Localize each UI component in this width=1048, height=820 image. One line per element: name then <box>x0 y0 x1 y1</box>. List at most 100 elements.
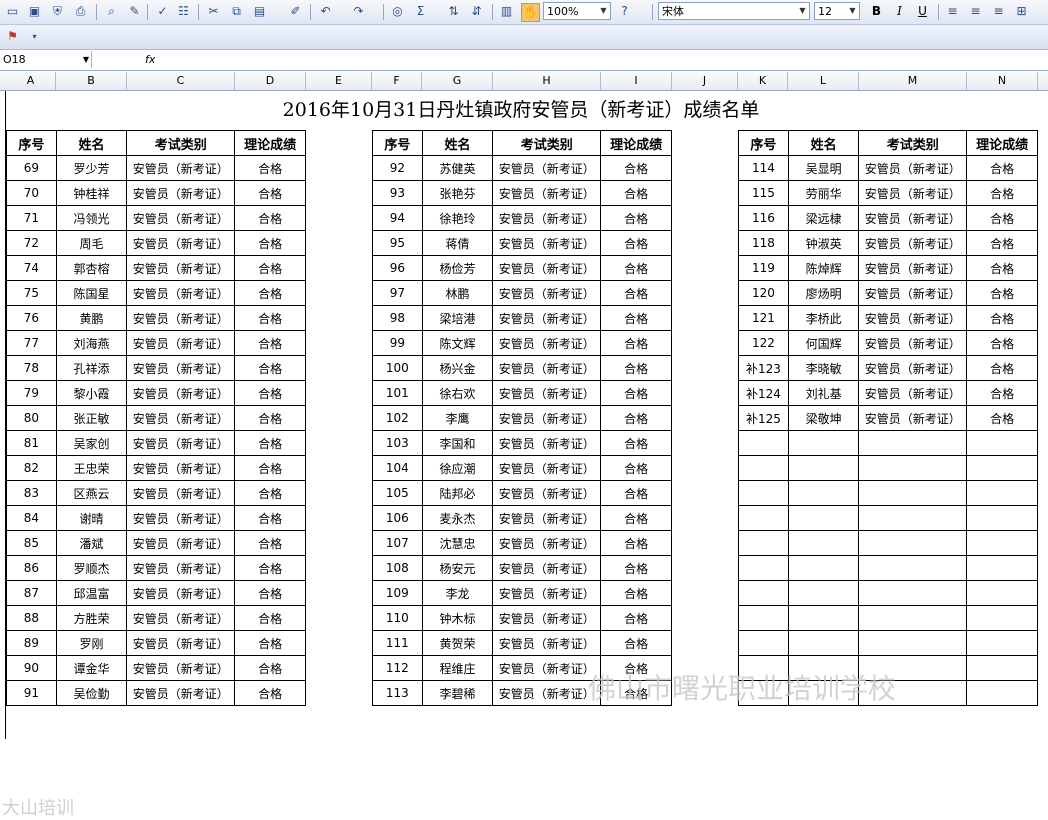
cell-exam-type[interactable]: 安管员（新考证） <box>858 230 968 256</box>
cell-name[interactable]: 方胜荣 <box>55 605 128 631</box>
italic-button[interactable]: I <box>891 3 908 20</box>
cell-score[interactable]: 合格 <box>966 180 1038 206</box>
cell-empty[interactable] <box>738 530 789 556</box>
cell-score[interactable]: 合格 <box>966 355 1038 381</box>
cell-score[interactable]: 合格 <box>234 430 306 456</box>
cell-empty[interactable] <box>858 430 968 456</box>
cell-name[interactable]: 劳丽华 <box>787 180 860 206</box>
align-right-icon[interactable]: ≡ <box>990 3 1007 20</box>
cell-seq[interactable]: 112 <box>372 655 423 681</box>
cell-exam-type[interactable]: 安管员（新考证） <box>126 255 236 281</box>
cell-score[interactable]: 合格 <box>234 205 306 231</box>
cell-seq[interactable]: 93 <box>372 180 423 206</box>
cell-name[interactable]: 陈国星 <box>55 280 128 306</box>
cell-name[interactable]: 杨安元 <box>421 555 494 581</box>
cell-score[interactable]: 合格 <box>234 305 306 331</box>
cell-empty[interactable] <box>966 655 1038 681</box>
cell-exam-type[interactable]: 安管员（新考证） <box>126 355 236 381</box>
cell-seq[interactable]: 83 <box>6 480 57 506</box>
print-icon[interactable]: ⎙ <box>72 3 89 20</box>
cell-empty[interactable] <box>858 630 968 656</box>
cell-exam-type[interactable]: 安管员（新考证） <box>858 180 968 206</box>
cell-name[interactable]: 郭杏榕 <box>55 255 128 281</box>
cell-name[interactable]: 潘斌 <box>55 530 128 556</box>
cell-exam-type[interactable]: 安管员（新考证） <box>492 305 602 331</box>
cell-name[interactable]: 徐应潮 <box>421 455 494 481</box>
cell-exam-type[interactable]: 安管员（新考证） <box>126 430 236 456</box>
cell-name[interactable]: 林鹏 <box>421 280 494 306</box>
column-header-b[interactable]: B <box>56 72 127 90</box>
cell-exam-type[interactable]: 安管员（新考证） <box>126 380 236 406</box>
cell-empty[interactable] <box>858 530 968 556</box>
cell-name[interactable]: 何国辉 <box>787 330 860 356</box>
sort-ascending-icon[interactable]: ⇅ <box>445 3 462 20</box>
cell-exam-type[interactable]: 安管员（新考证） <box>126 580 236 606</box>
cell-score[interactable]: 合格 <box>234 655 306 681</box>
cell-empty[interactable] <box>787 580 860 606</box>
cell-exam-type[interactable]: 安管员（新考证） <box>492 605 602 631</box>
cell-exam-type[interactable]: 安管员（新考证） <box>126 280 236 306</box>
cell-seq[interactable]: 85 <box>6 530 57 556</box>
cell-empty[interactable] <box>738 480 789 506</box>
cell-seq[interactable]: 99 <box>372 330 423 356</box>
cell-score[interactable]: 合格 <box>234 455 306 481</box>
cell-exam-type[interactable]: 安管员（新考证） <box>858 205 968 231</box>
cell-seq[interactable]: 81 <box>6 430 57 456</box>
cell-name[interactable]: 黎小霞 <box>55 380 128 406</box>
font-size-select[interactable]: 12 ▼ <box>814 2 860 20</box>
cell-score[interactable]: 合格 <box>234 255 306 281</box>
redo-icon[interactable]: ↷ <box>350 3 367 20</box>
cell-seq[interactable]: 86 <box>6 555 57 581</box>
cell-seq[interactable]: 105 <box>372 480 423 506</box>
cell-name[interactable]: 李龙 <box>421 580 494 606</box>
cell-seq[interactable]: 84 <box>6 505 57 531</box>
cell-exam-type[interactable]: 安管员（新考证） <box>492 530 602 556</box>
new-document-icon[interactable]: ▭ <box>4 3 21 20</box>
cell-name[interactable]: 孔祥添 <box>55 355 128 381</box>
cell-seq[interactable]: 82 <box>6 455 57 481</box>
column-header-n[interactable]: N <box>967 72 1038 90</box>
cell-seq[interactable]: 110 <box>372 605 423 631</box>
cell-score[interactable]: 合格 <box>966 255 1038 281</box>
cell-score[interactable]: 合格 <box>234 230 306 256</box>
save-icon[interactable]: ▣ <box>26 3 43 20</box>
help-icon[interactable]: ? <box>616 3 633 20</box>
cell-seq[interactable]: 69 <box>6 155 57 181</box>
cell-name[interactable]: 徐艳玲 <box>421 205 494 231</box>
cell-name[interactable]: 梁远棣 <box>787 205 860 231</box>
cell-exam-type[interactable]: 安管员（新考证） <box>492 405 602 431</box>
cell-exam-type[interactable]: 安管员（新考证） <box>126 630 236 656</box>
cell-seq[interactable]: 75 <box>6 280 57 306</box>
cell-exam-type[interactable]: 安管员（新考证） <box>858 280 968 306</box>
cell-score[interactable]: 合格 <box>600 480 672 506</box>
column-header-h[interactable]: H <box>493 72 601 90</box>
cell-name[interactable]: 陆邦必 <box>421 480 494 506</box>
column-header-i[interactable]: I <box>601 72 672 90</box>
cell-exam-type[interactable]: 安管员（新考证） <box>492 355 602 381</box>
cell-seq[interactable]: 90 <box>6 655 57 681</box>
cell-empty[interactable] <box>858 480 968 506</box>
cell-empty[interactable] <box>787 505 860 531</box>
permission-icon[interactable]: ⛨ <box>49 3 66 20</box>
cell-score[interactable]: 合格 <box>600 380 672 406</box>
column-header-l[interactable]: L <box>788 72 859 90</box>
cell-exam-type[interactable]: 安管员（新考证） <box>126 480 236 506</box>
column-header-a[interactable]: A <box>6 72 56 90</box>
cell-exam-type[interactable]: 安管员（新考证） <box>126 155 236 181</box>
cell-exam-type[interactable]: 安管员（新考证） <box>492 430 602 456</box>
cell-seq[interactable]: 116 <box>738 205 789 231</box>
cell-name[interactable]: 刘礼基 <box>787 380 860 406</box>
cell-name[interactable]: 区燕云 <box>55 480 128 506</box>
cell-name[interactable]: 梁敬坤 <box>787 405 860 431</box>
cell-seq[interactable]: 72 <box>6 230 57 256</box>
cell-exam-type[interactable]: 安管员（新考证） <box>126 230 236 256</box>
cell-seq[interactable]: 120 <box>738 280 789 306</box>
column-header-c[interactable]: C <box>127 72 235 90</box>
cell-empty[interactable] <box>787 455 860 481</box>
cell-seq[interactable]: 89 <box>6 630 57 656</box>
cell-empty[interactable] <box>738 580 789 606</box>
cell-exam-type[interactable]: 安管员（新考证） <box>858 330 968 356</box>
cell-empty[interactable] <box>966 430 1038 456</box>
cell-exam-type[interactable]: 安管员（新考证） <box>858 255 968 281</box>
sort-descending-icon[interactable]: ⇵ <box>468 3 485 20</box>
